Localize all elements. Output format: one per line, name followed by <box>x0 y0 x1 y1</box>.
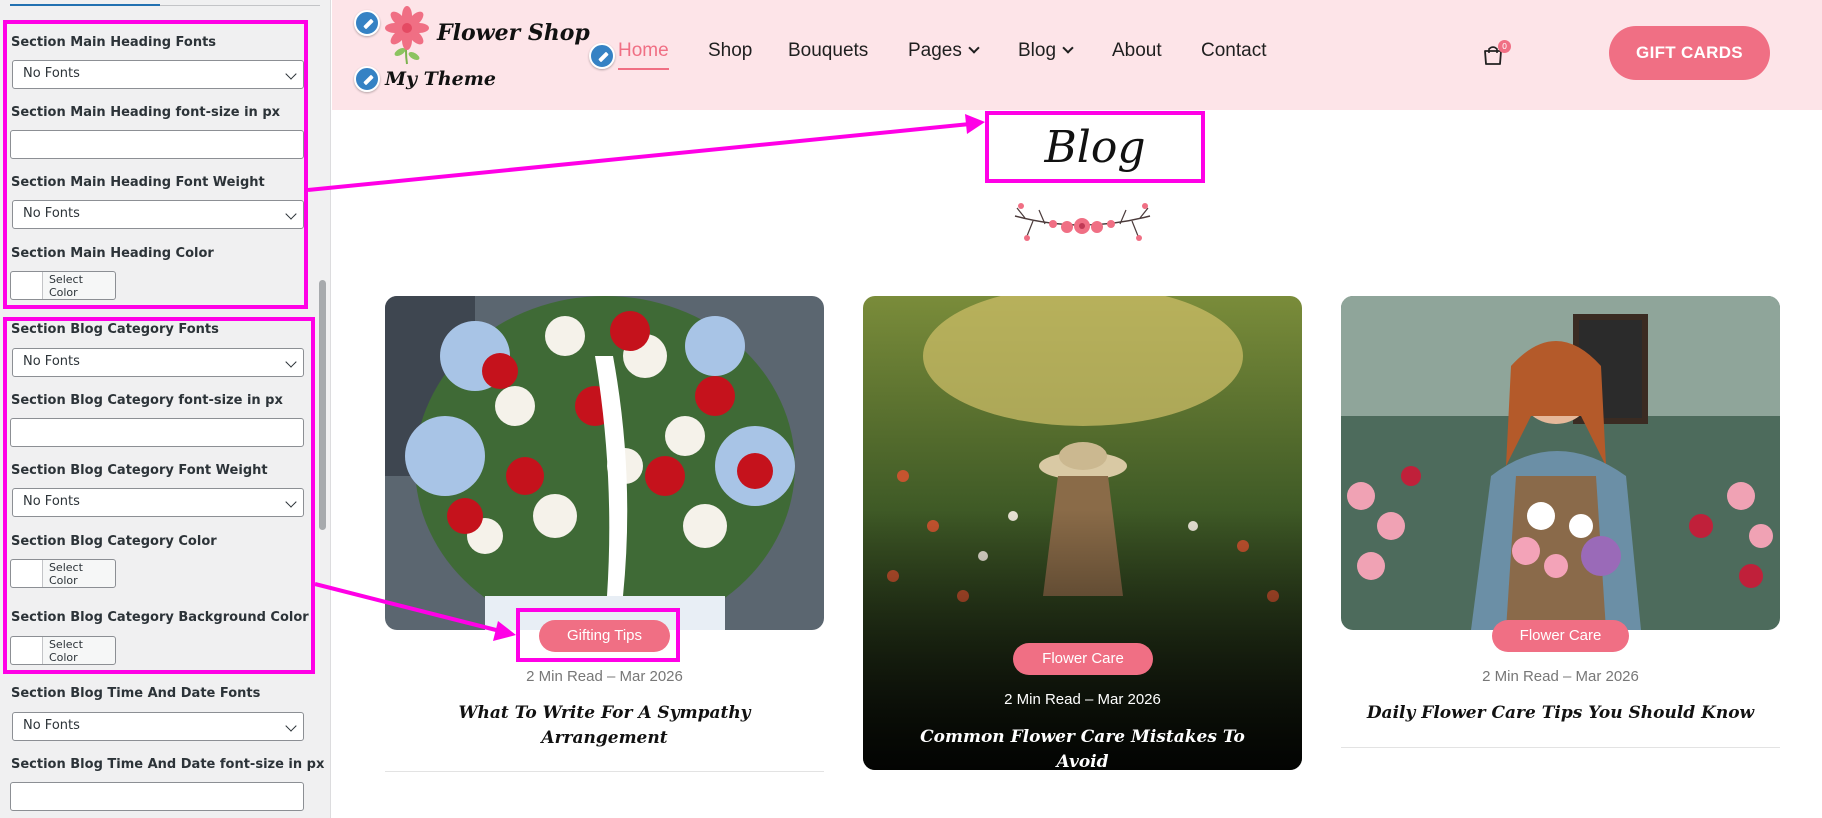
nav-blog[interactable]: Blog <box>1018 40 1074 62</box>
nav-shop[interactable]: Shop <box>708 40 752 62</box>
post-meta: 2 Min Read – Mar 2026 <box>1482 668 1639 685</box>
nav-bouquets[interactable]: Bouquets <box>788 40 868 62</box>
nav-home[interactable]: Home <box>618 40 669 70</box>
cart-count-badge: 0 <box>1498 40 1511 53</box>
edit-pencil-icon[interactable] <box>354 10 380 36</box>
site-header <box>332 0 1822 110</box>
panel-tab-active[interactable] <box>10 0 160 6</box>
post-image-florist[interactable] <box>1341 296 1780 630</box>
customizer-panel: Section Main Heading Fonts No Fonts Sect… <box>0 0 331 818</box>
floral-ornament-icon <box>1014 203 1151 241</box>
select-value: No Fonts <box>23 718 80 733</box>
nav-about[interactable]: About <box>1112 40 1162 62</box>
highlight-box-category <box>516 608 680 662</box>
card-divider <box>1341 747 1780 748</box>
nav-contact[interactable]: Contact <box>1201 40 1266 62</box>
post-title[interactable]: What To Write For A Sympathy Arrangement <box>430 701 779 751</box>
card-divider <box>385 771 824 772</box>
site-logo-text[interactable]: Flower Shop <box>437 20 590 46</box>
panel-tab[interactable] <box>160 0 320 6</box>
post-meta: 2 Min Read – Mar 2026 <box>1004 691 1161 708</box>
edit-pencil-icon[interactable] <box>589 43 615 69</box>
category-badge[interactable]: Flower Care <box>1492 620 1629 652</box>
gift-cards-button[interactable]: GIFT CARDS <box>1609 26 1770 80</box>
category-badge[interactable]: Flower Care <box>1013 643 1153 675</box>
post-title[interactable]: Daily Flower Care Tips You Should Know <box>1351 701 1770 726</box>
chevron-down-icon <box>1062 42 1074 54</box>
theme-name-text[interactable]: My Theme <box>385 68 496 90</box>
blog-time-date-fonts-select[interactable]: No Fonts <box>12 712 304 741</box>
chevron-down-icon <box>968 42 980 54</box>
post-meta: 2 Min Read – Mar 2026 <box>526 668 683 685</box>
highlight-box-blog-category <box>3 317 315 674</box>
nav-pages-label: Pages <box>908 40 962 61</box>
blog-time-date-font-size-input[interactable] <box>10 782 304 811</box>
flower-logo-icon <box>385 6 429 65</box>
edit-pencil-icon[interactable] <box>354 66 380 92</box>
post-image-bouquet[interactable] <box>385 296 824 630</box>
post-title[interactable]: Common Flower Care Mistakes To Avoid <box>893 725 1272 775</box>
nav-pages[interactable]: Pages <box>908 40 980 62</box>
highlight-box-heading <box>985 111 1205 183</box>
highlight-box-main-heading <box>3 20 308 309</box>
blog-time-date-fonts-label: Section Blog Time And Date Fonts <box>11 686 261 701</box>
chevron-down-icon <box>285 720 297 732</box>
panel-scrollbar[interactable] <box>319 280 326 530</box>
nav-blog-label: Blog <box>1018 40 1057 61</box>
blog-time-date-font-size-label: Section Blog Time And Date font-size in … <box>11 757 325 772</box>
